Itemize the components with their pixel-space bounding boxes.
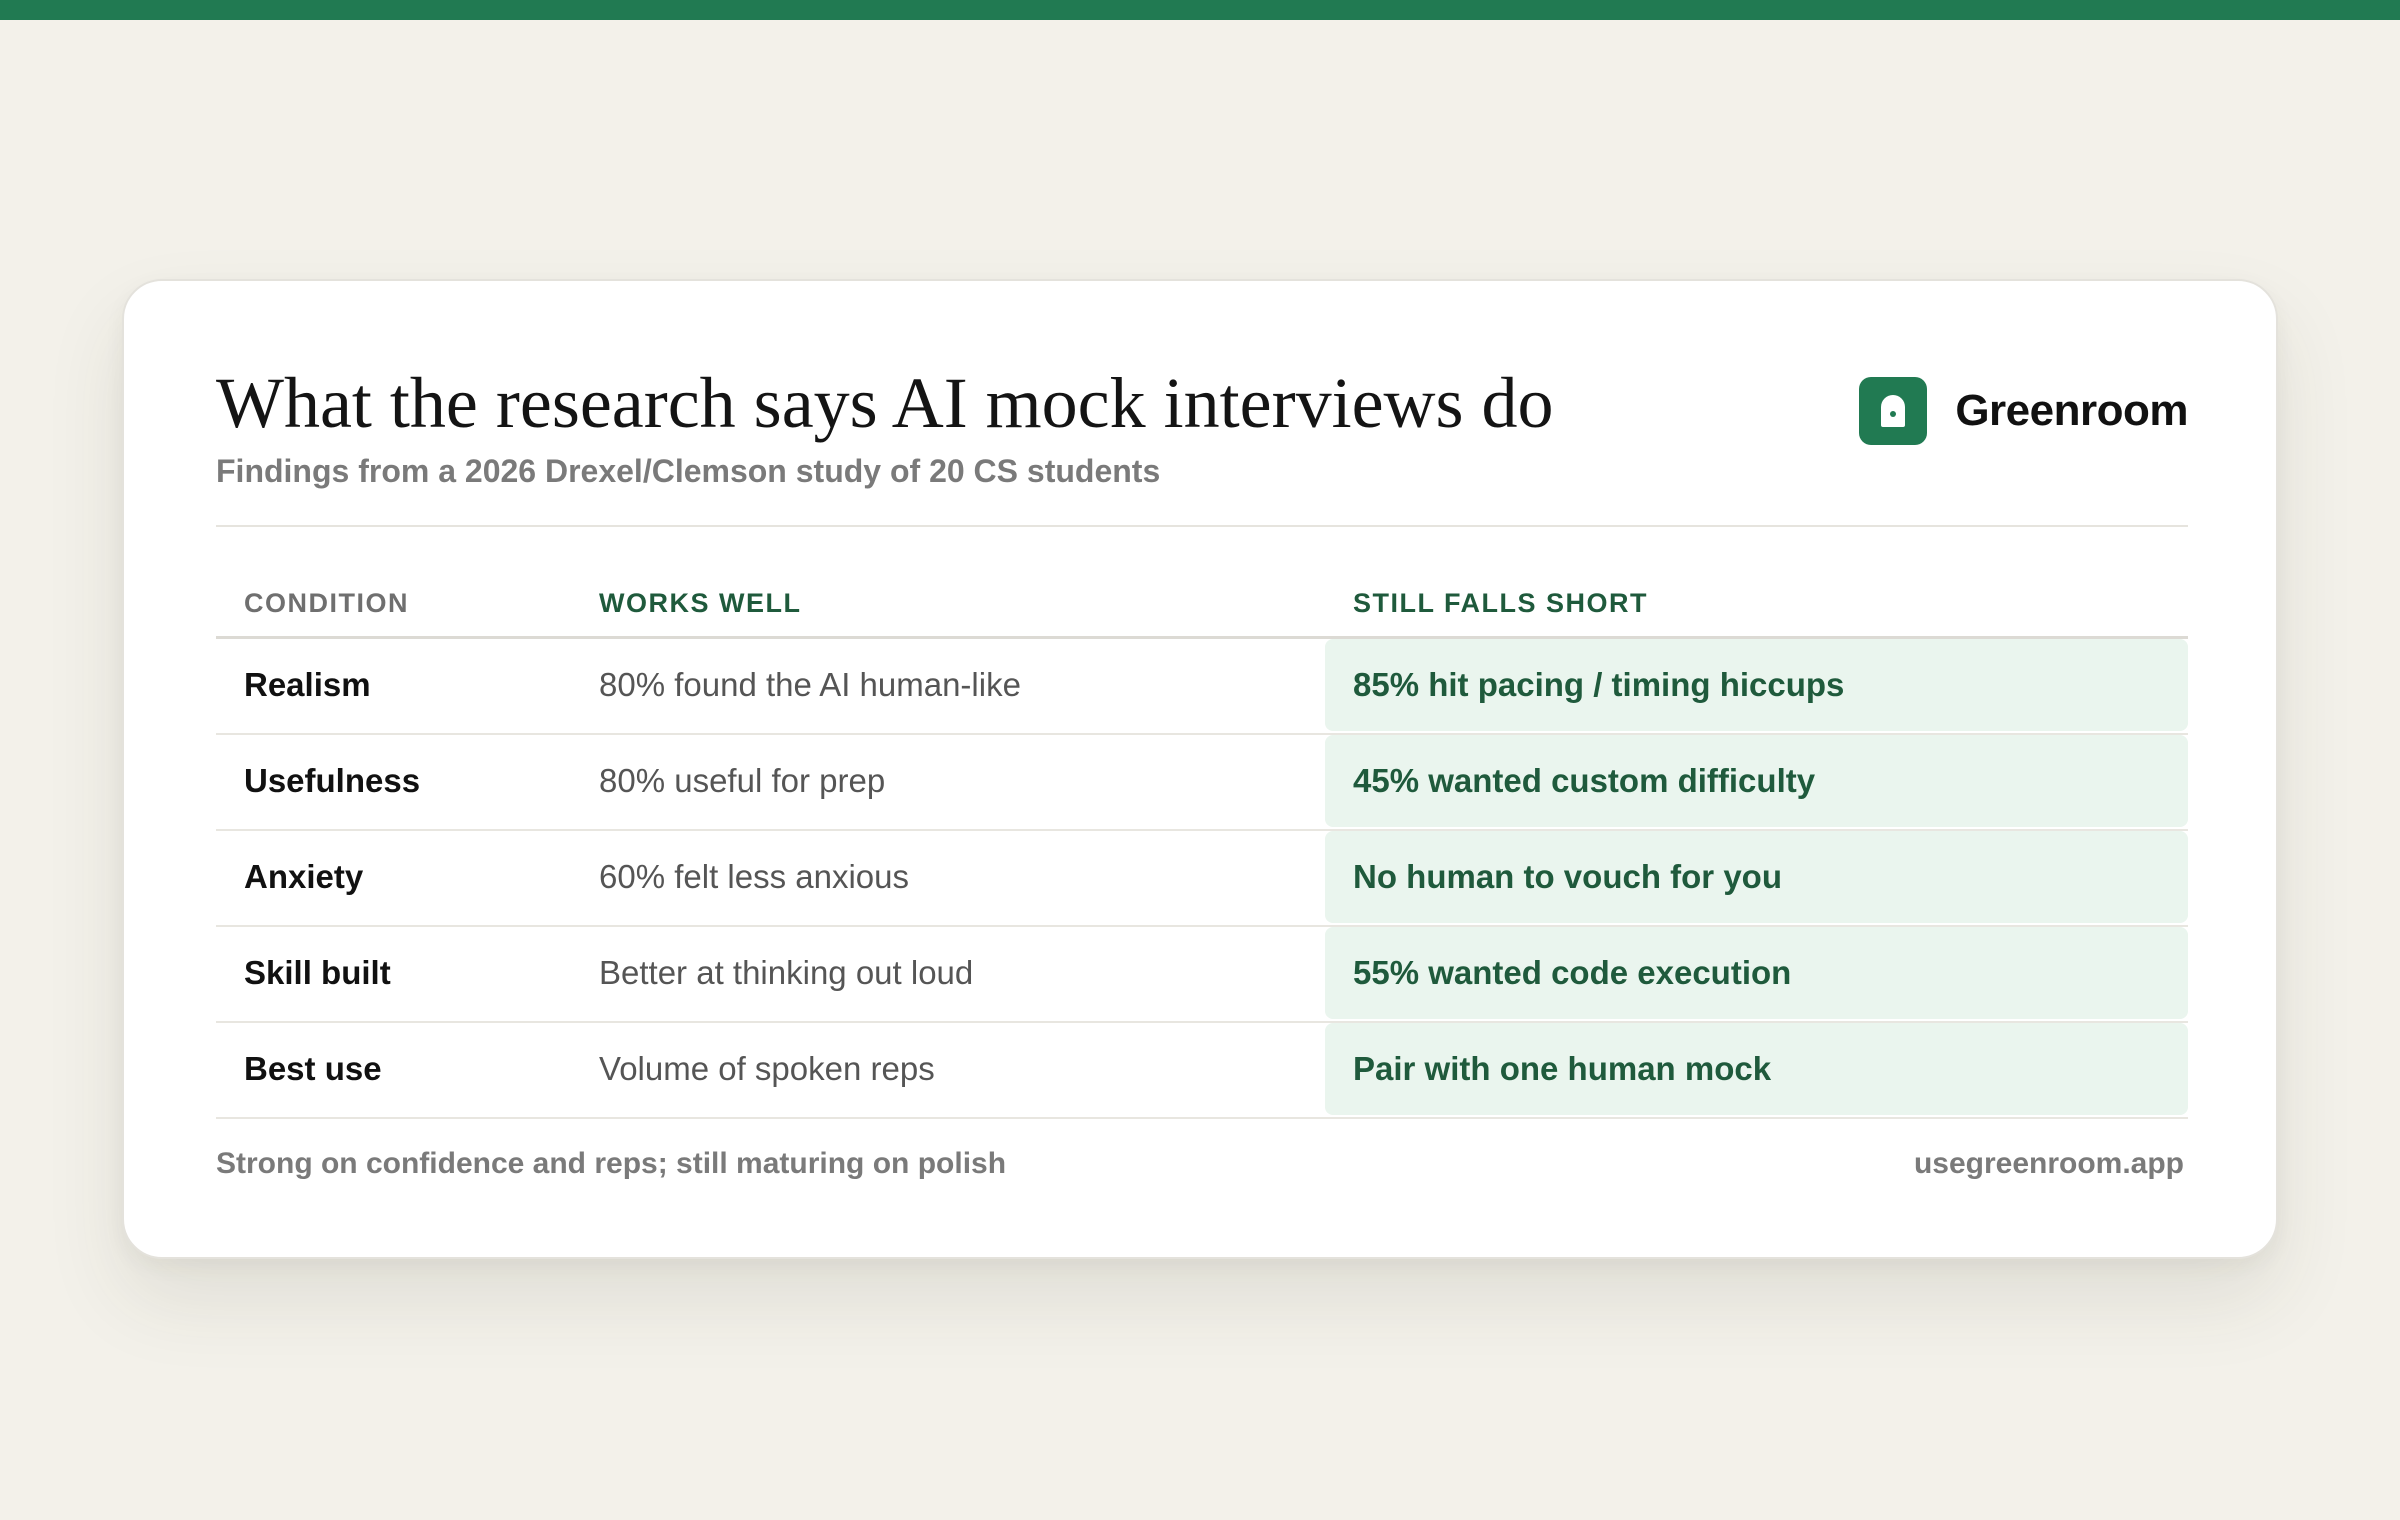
- column-header-still-falls-short: STILL FALLS SHORT: [1353, 588, 1648, 618]
- condition-cell: Realism: [244, 666, 371, 703]
- condition-cell: Best use: [244, 1050, 382, 1087]
- works-well-cell: 80% found the AI human-like: [599, 666, 1021, 703]
- falls-short-cell: Pair with one human mock: [1353, 1050, 1772, 1087]
- brand-name: Greenroom: [1955, 386, 2188, 435]
- header-divider: [216, 525, 2188, 527]
- findings-card: What the research says AI mock interview…: [122, 279, 2278, 1259]
- table-row: Anxiety 60% felt less anxious No human t…: [216, 831, 2188, 927]
- condition-cell: Usefulness: [244, 762, 421, 799]
- page-subtitle: Findings from a 2026 Drexel/Clemson stud…: [216, 453, 1161, 489]
- table-row: Realism 80% found the AI human-like 85% …: [216, 639, 2188, 735]
- door-icon: [1859, 377, 1928, 445]
- works-well-cell: Volume of spoken reps: [599, 1050, 935, 1087]
- works-well-cell: 60% felt less anxious: [599, 858, 910, 895]
- works-well-cell: 80% useful for prep: [599, 762, 886, 799]
- condition-cell: Skill built: [244, 954, 391, 991]
- table-row: Skill built Better at thinking out loud …: [216, 927, 2188, 1023]
- footer-note: Strong on confidence and reps; still mat…: [216, 1147, 1007, 1180]
- footer-url: usegreenroom.app: [1913, 1147, 2184, 1180]
- column-header-condition: CONDITION: [244, 588, 409, 618]
- works-well-cell: Better at thinking out loud: [599, 954, 974, 991]
- falls-short-cell: No human to vouch for you: [1353, 858, 1782, 895]
- condition-cell: Anxiety: [244, 858, 364, 895]
- falls-short-cell: 55% wanted code execution: [1353, 954, 1792, 991]
- top-accent-bar: [0, 0, 2400, 20]
- page-title: What the research says AI mock interview…: [216, 363, 1554, 443]
- column-header-works-well: WORKS WELL: [599, 588, 802, 618]
- brand: Greenroom: [1859, 377, 2188, 445]
- findings-table: CONDITION WORKS WELL STILL FALLS SHORT R…: [216, 561, 2188, 1119]
- table-row: Usefulness 80% useful for prep 45% wante…: [216, 735, 2188, 831]
- falls-short-cell: 45% wanted custom difficulty: [1353, 762, 1816, 799]
- table-header-row: CONDITION WORKS WELL STILL FALLS SHORT: [216, 561, 2188, 639]
- card-header: What the research says AI mock interview…: [216, 353, 2188, 489]
- falls-short-cell: 85% hit pacing / timing hiccups: [1353, 666, 1845, 703]
- table-row: Best use Volume of spoken reps Pair with…: [216, 1023, 2188, 1119]
